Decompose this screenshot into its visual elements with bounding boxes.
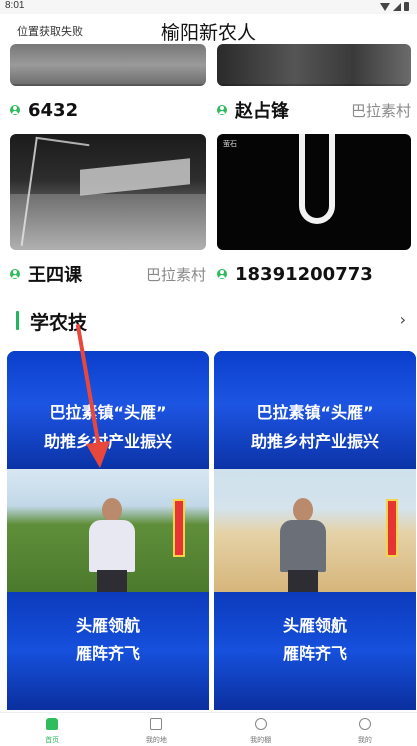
feed-light-beam	[299, 134, 335, 224]
video-footer-text: 雁阵齐飞	[75, 644, 140, 663]
video-headline: 助推乡村产业振兴	[43, 432, 172, 451]
shed-icon	[254, 718, 267, 730]
tab-my-land[interactable]: 我的地	[104, 713, 208, 746]
feed-wall	[80, 158, 190, 196]
tab-label: 我的	[357, 736, 372, 744]
name-sign	[386, 499, 398, 557]
video-headline: 助推乡村产业振兴	[250, 432, 379, 451]
tab-label: 我的棚	[250, 736, 272, 744]
page-title: 榆阳新农人	[160, 22, 256, 44]
farmer-body	[89, 520, 135, 572]
camera-brand-tag: 萤石	[223, 140, 237, 148]
person-icon	[10, 105, 20, 115]
status-time: 8:01	[5, 0, 25, 11]
tab-label: 我的地	[145, 736, 167, 744]
camera-feed[interactable]	[10, 134, 206, 250]
tab-home[interactable]: 首页	[0, 713, 104, 746]
home-icon	[46, 718, 59, 730]
camera-owner-name: 王四课	[28, 265, 82, 286]
tab-label: 首页	[45, 736, 60, 744]
camera-label[interactable]: 王四课 巴拉素村	[10, 262, 206, 286]
camera-label[interactable]: 18391200773	[217, 262, 411, 286]
video-card[interactable]: 巴拉素镇“头雁” 助推乡村产业振兴 头雁领航 雁阵齐飞	[214, 351, 416, 710]
camera-owner-name: 18391200773	[235, 263, 373, 285]
video-footer-text: 头雁领航	[282, 616, 347, 635]
video-title-panel: 巴拉素镇“头雁” 助推乡村产业振兴	[7, 351, 209, 469]
video-footer-panel: 头雁领航 雁阵齐飞	[7, 592, 209, 710]
tab-my-shed[interactable]: 我的棚	[209, 713, 313, 746]
tab-profile[interactable]: 我的	[313, 713, 417, 746]
camera-owner-name: 6432	[28, 99, 79, 121]
farmer-figure	[276, 496, 330, 592]
person-icon	[10, 269, 20, 279]
video-card[interactable]: 巴拉素镇“头雁” 助推乡村产业振兴 头雁领航 雁阵齐飞	[7, 351, 209, 710]
status-icons	[380, 2, 409, 11]
wifi-icon	[380, 2, 390, 11]
farmer-legs	[97, 570, 127, 592]
bottom-tab-bar: 首页 我的地 我的棚 我的	[0, 712, 417, 746]
profile-icon	[358, 718, 371, 730]
section-accent-bar	[16, 311, 19, 330]
person-icon	[217, 269, 227, 279]
farmer-legs	[288, 570, 318, 592]
farmer-head	[293, 498, 313, 522]
signal-icon	[393, 2, 401, 11]
video-footer-text: 雁阵齐飞	[282, 644, 347, 663]
camera-village: 巴拉素村	[145, 265, 206, 284]
camera-feed[interactable]	[10, 44, 206, 86]
chevron-right-icon[interactable]: ›	[400, 310, 406, 329]
farmer-head	[102, 498, 122, 522]
battery-icon	[404, 2, 409, 11]
video-photo	[214, 469, 416, 592]
status-bar: 8:01	[0, 0, 417, 14]
app-header: 位置获取失败 榆阳新农人	[0, 14, 417, 44]
person-icon	[217, 105, 227, 115]
video-headline: 巴拉素镇“头雁”	[256, 403, 374, 422]
video-footer-panel: 头雁领航 雁阵齐飞	[214, 592, 416, 710]
camera-owner-name: 赵占锋	[235, 101, 289, 122]
farmer-figure	[85, 496, 139, 592]
camera-feed[interactable]: 萤石	[217, 134, 411, 250]
land-icon	[150, 718, 163, 730]
farmer-body	[280, 520, 326, 572]
camera-village: 巴拉素村	[350, 101, 411, 120]
section-header-xue-nong-ji[interactable]: 学农技 ›	[16, 308, 406, 334]
video-footer-text: 头雁领航	[75, 616, 140, 635]
feed-edge	[10, 84, 206, 86]
camera-label[interactable]: 6432	[10, 98, 206, 122]
name-sign	[173, 499, 185, 557]
video-photo	[7, 469, 209, 592]
section-title: 学农技	[30, 312, 88, 334]
camera-feed[interactable]	[217, 44, 411, 86]
camera-label[interactable]: 赵占锋 巴拉素村	[217, 98, 411, 122]
video-headline: 巴拉素镇“头雁”	[49, 403, 167, 422]
feed-edge	[217, 84, 411, 86]
video-title-panel: 巴拉素镇“头雁” 助推乡村产业振兴	[214, 351, 416, 469]
